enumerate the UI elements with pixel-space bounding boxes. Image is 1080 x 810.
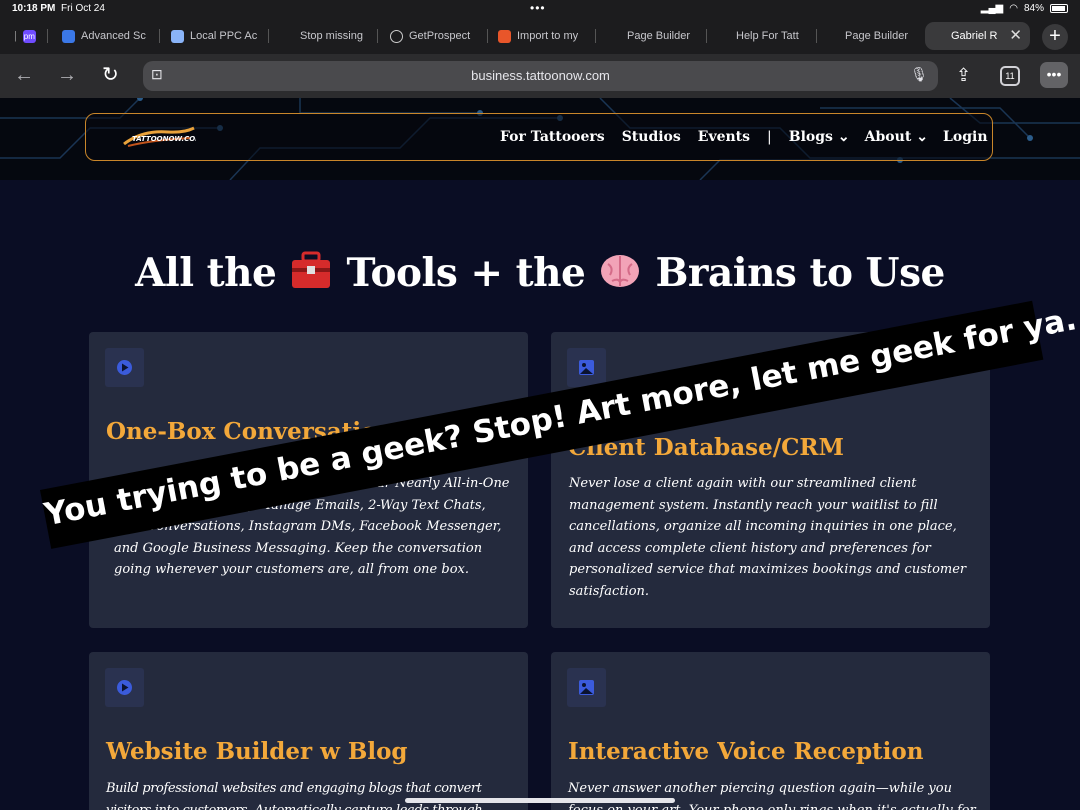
multitask-dots-icon[interactable]: ••• xyxy=(530,1,546,15)
tab-favicon-icon: pm xyxy=(22,29,36,43)
tattoonow-logo[interactable]: TATTOONOW.COM xyxy=(122,124,196,150)
tab-7[interactable]: Help For Tatt xyxy=(707,22,817,50)
chevron-down-icon[interactable]: ⌄ xyxy=(838,129,850,145)
tab-label: Page Builder xyxy=(627,30,690,42)
import-icon xyxy=(498,29,511,43)
url-text: business.tattoonow.com xyxy=(471,68,610,83)
screen: 10:18 PM Fri Oct 24 ••• ▂▄▆ ◠ 84% | pm A… xyxy=(0,0,1080,810)
tab-1[interactable]: Advanced Sc xyxy=(52,22,160,50)
image-icon xyxy=(567,668,606,707)
ppc-icon xyxy=(171,29,184,43)
tab-overview-button[interactable]: 11 xyxy=(1000,66,1020,86)
tab-label: Advanced Sc xyxy=(81,30,146,42)
status-bar: 10:18 PM Fri Oct 24 ••• ▂▄▆ ◠ 84% xyxy=(0,0,1080,18)
chevron-down-icon[interactable]: ⌄ xyxy=(916,129,928,145)
globe-icon xyxy=(390,29,403,43)
card-text: Build professional websites and engaging… xyxy=(106,781,483,810)
browser-toolbar: ← → ↻ ⊡ business.tattoonow.com 🎙 ⇪ 11 ••… xyxy=(0,54,1080,98)
wifi-icon: ◠ xyxy=(1009,3,1018,14)
nav-studios[interactable]: Studios xyxy=(622,129,681,145)
card-title: Website Builder w Blog xyxy=(106,738,408,765)
tab-6[interactable]: Page Builder xyxy=(597,22,707,50)
forward-arrow-icon[interactable]: → xyxy=(57,63,77,87)
card-title: Interactive Voice Reception xyxy=(568,738,924,765)
close-tab-icon[interactable]: ✕ xyxy=(1009,26,1022,44)
play-icon xyxy=(105,668,144,707)
nav-links: For Tattooers Studios Events | Blogs ⌄ A… xyxy=(500,129,988,145)
new-tab-button[interactable]: + xyxy=(1042,24,1068,50)
address-bar[interactable]: ⊡ business.tattoonow.com 🎙 xyxy=(143,61,938,91)
reload-icon[interactable]: ↻ xyxy=(102,63,119,87)
tab-label: Page Builder xyxy=(845,30,908,42)
feature-card-voice-reception: Interactive Voice Reception Never answer… xyxy=(551,652,990,810)
status-date: Fri Oct 24 xyxy=(61,3,105,14)
tab-label: Stop missing xyxy=(300,30,363,42)
toolbox-icon xyxy=(292,251,331,288)
tab-active[interactable]: Gabriel R ✕ xyxy=(925,22,1030,50)
title-part: Tools + the xyxy=(333,250,599,296)
battery-percent: 84% xyxy=(1023,3,1044,14)
nav-divider: | xyxy=(767,129,772,145)
share-icon[interactable]: ⇪ xyxy=(956,63,971,87)
image-icon xyxy=(567,348,606,387)
nav-about[interactable]: About xyxy=(865,129,912,145)
tab-3[interactable]: Stop missing xyxy=(270,22,378,50)
battery-icon xyxy=(1050,4,1068,13)
tab-label: Gabriel R xyxy=(951,30,998,42)
svg-text:TATTOONOW.COM: TATTOONOW.COM xyxy=(132,135,196,143)
tab-5[interactable]: Import to my xyxy=(488,22,596,50)
nav-login[interactable]: Login xyxy=(943,129,987,145)
docs-icon xyxy=(62,29,75,43)
feature-card-website-builder: Website Builder w Blog Build professiona… xyxy=(89,652,528,810)
page-title: All the Tools + the Brains to Use xyxy=(0,248,1080,296)
play-icon xyxy=(105,348,144,387)
tab-2[interactable]: Local PPC Ac xyxy=(161,22,269,50)
tab-4[interactable]: GetProspect xyxy=(380,22,488,50)
site-navbar: TATTOONOW.COM For Tattooers Studios Even… xyxy=(85,113,993,161)
tab-8[interactable]: Page Builder xyxy=(817,22,925,50)
tab-grid-icon: | xyxy=(14,30,17,42)
nav-for-tattooers[interactable]: For Tattooers xyxy=(500,129,605,145)
nav-blogs[interactable]: Blogs xyxy=(789,129,833,145)
tab-0[interactable]: | pm xyxy=(4,22,48,50)
brain-icon xyxy=(601,255,640,287)
nav-events[interactable]: Events xyxy=(698,129,750,145)
tab-label: Local PPC Ac xyxy=(190,30,258,42)
title-part: Brains to Use xyxy=(642,250,945,296)
more-options-icon[interactable]: ••• xyxy=(1040,62,1068,88)
status-right: ▂▄▆ ◠ 84% xyxy=(981,3,1068,14)
title-part: All the xyxy=(135,250,290,296)
signal-icon: ▂▄▆ xyxy=(980,3,1004,14)
card-text: Never answer another piercing question a… xyxy=(568,781,976,810)
tab-bar: | pm Advanced Sc Local PPC Ac Stop missi… xyxy=(0,18,1080,54)
tab-label: GetProspect xyxy=(409,30,471,42)
tab-label: Help For Tatt xyxy=(736,30,799,42)
home-indicator[interactable] xyxy=(405,798,675,803)
tab-label: Import to my xyxy=(517,30,579,42)
site-header: TATTOONOW.COM For Tattooers Studios Even… xyxy=(0,98,1080,180)
back-arrow-icon[interactable]: ← xyxy=(14,63,34,87)
microphone-icon[interactable]: 🎙 xyxy=(910,66,928,83)
card-text: Never lose a client again with our strea… xyxy=(569,476,967,599)
status-time: 10:18 PM xyxy=(12,3,56,14)
